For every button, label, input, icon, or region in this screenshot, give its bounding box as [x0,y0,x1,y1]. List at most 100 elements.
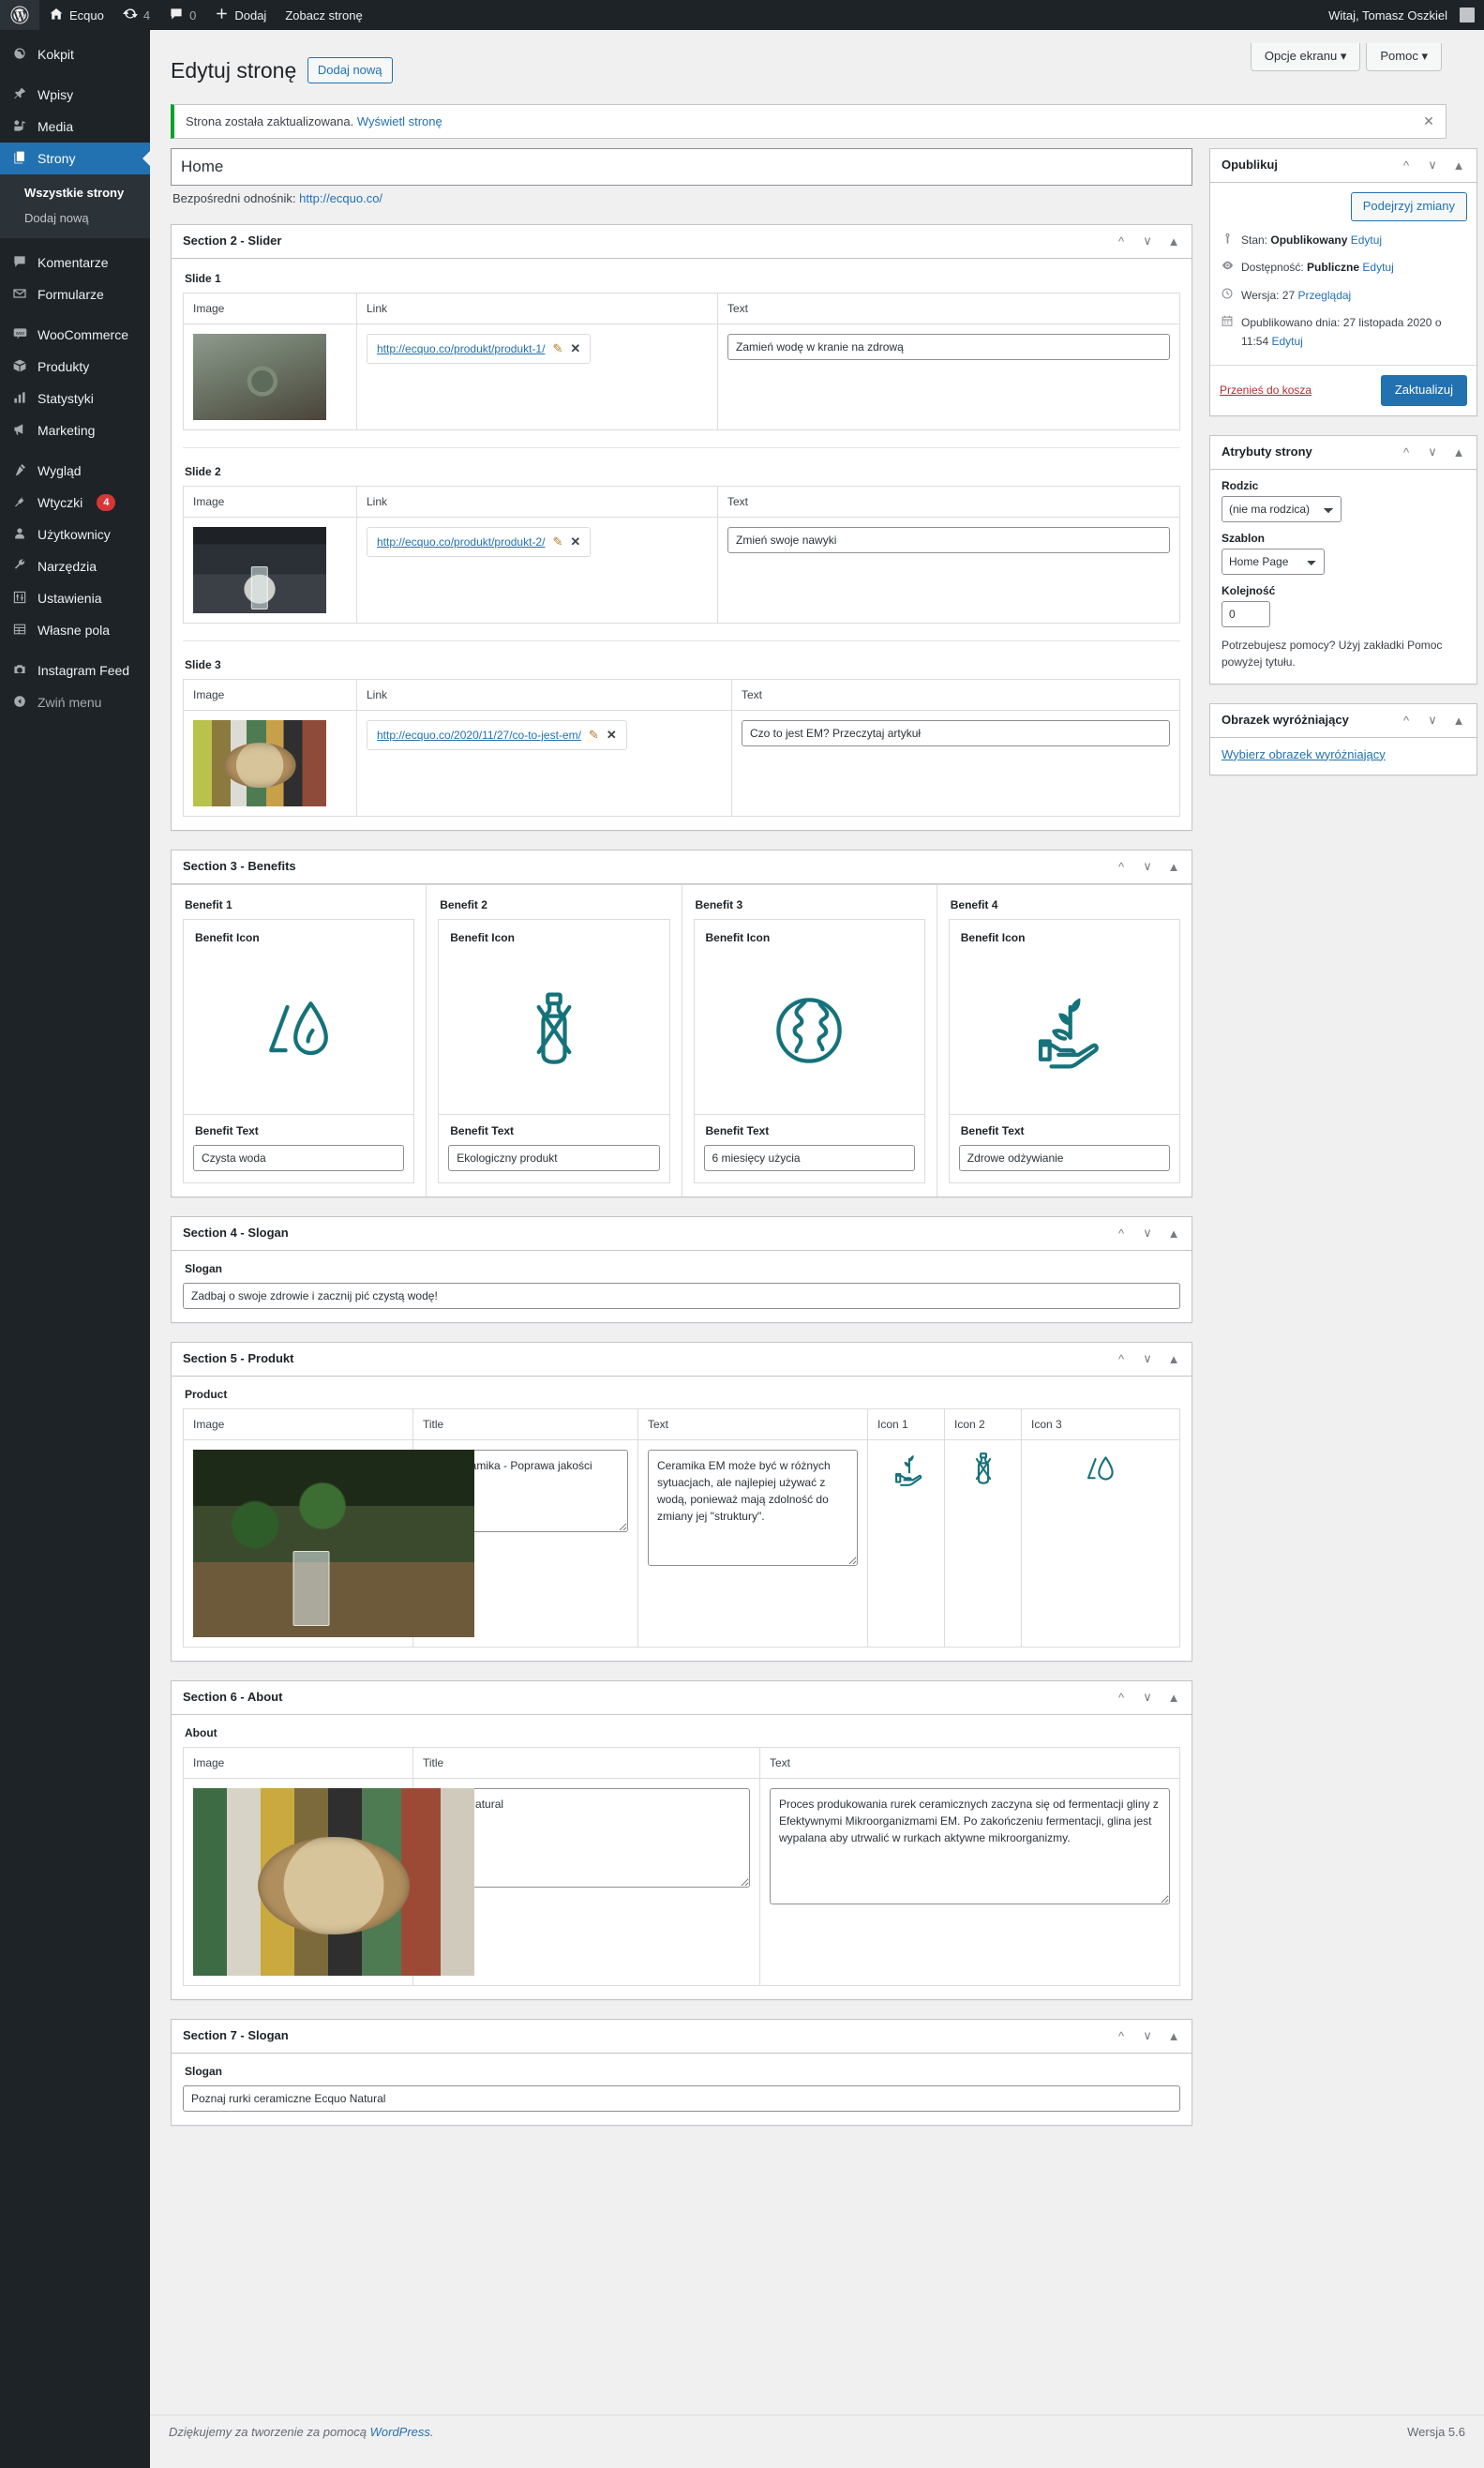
sidebar-subitem-wszystkie-strony[interactable]: Wszystkie strony [0,180,150,205]
toggle-panel-icon[interactable]: ▲ [1162,2022,1186,2050]
move-down-icon[interactable]: ∨ [1420,438,1445,466]
admin-bar-comments[interactable]: 0 [159,0,205,30]
sidebar-item-woocommerce[interactable]: woo WooCommerce [0,319,150,351]
slide-text-input[interactable] [727,526,1170,553]
set-featured-image-link[interactable]: Wybierz obrazek wyróżniający [1222,747,1386,761]
slide-link-url[interactable]: http://ecquo.co/2020/11/27/co-to-jest-em… [377,729,581,742]
move-down-icon[interactable]: ∨ [1135,227,1160,255]
sidebar-item-marketing[interactable]: Marketing [0,414,150,446]
admin-bar-my-account[interactable]: Witaj, Tomasz Oszkiel [1319,0,1484,30]
remove-icon[interactable]: ✕ [570,342,580,354]
slogan-input[interactable] [183,2084,1180,2112]
product-image-thumbnail[interactable] [193,1449,474,1637]
water-drops-icon[interactable] [193,954,404,1108]
order-input[interactable] [1222,600,1270,627]
move-up-icon[interactable]: ^ [1109,852,1133,880]
parent-select[interactable]: (nie ma rodzica) [1222,495,1342,522]
globe-icon[interactable] [704,954,915,1108]
benefit-text-input[interactable] [703,1144,915,1171]
sidebar-item-media[interactable]: Media [0,111,150,143]
sidebar-item-wlasne-pola[interactable]: Własne pola [0,614,150,646]
about-image-thumbnail[interactable] [193,1787,474,1976]
hand-plant-icon[interactable] [887,1454,926,1492]
slogan-input[interactable] [183,1282,1180,1309]
pencil-icon[interactable]: ✎ [552,535,562,548]
move-down-icon[interactable]: ∨ [1135,852,1160,880]
template-select[interactable]: Home Page [1222,548,1325,575]
sidebar-subitem-dodaj-nowa[interactable]: Dodaj nową [0,205,150,231]
slide-image-thumbnail[interactable] [193,333,326,420]
admin-bar-view-site[interactable]: Zobacz stronę [276,0,371,30]
admin-bar-new-content[interactable]: Dodaj [205,0,276,30]
close-icon[interactable]: ✕ [1419,112,1438,130]
water-drops-icon[interactable] [1081,1456,1120,1492]
sidebar-item-wyglad[interactable]: Wygląd [0,455,150,487]
sidebar-item-strony[interactable]: Strony [0,143,150,174]
toggle-panel-icon[interactable]: ▲ [1162,1683,1186,1711]
edit-published-link[interactable]: Edytuj [1271,335,1302,348]
slide-text-input[interactable] [742,719,1170,746]
move-up-icon[interactable]: ^ [1394,151,1418,179]
update-button[interactable]: Zaktualizuj [1380,374,1467,406]
screen-options-button[interactable]: Opcje ekranu ▾ [1250,43,1361,71]
pencil-icon[interactable]: ✎ [589,729,599,741]
move-down-icon[interactable]: ∨ [1420,706,1445,734]
edit-status-link[interactable]: Edytuj [1351,233,1382,247]
move-up-icon[interactable]: ^ [1394,706,1418,734]
move-down-icon[interactable]: ∨ [1135,2022,1160,2050]
move-up-icon[interactable]: ^ [1109,1345,1133,1373]
move-down-icon[interactable]: ∨ [1420,151,1445,179]
sidebar-item-komentarze[interactable]: Komentarze [0,247,150,278]
preview-changes-button[interactable]: Podejrzyj zmiany [1350,191,1467,221]
view-page-link[interactable]: Wyświetl stronę [357,114,442,128]
help-button[interactable]: Pomoc ▾ [1366,43,1442,71]
remove-icon[interactable]: ✕ [607,729,617,741]
slide-text-input[interactable] [727,333,1170,360]
benefit-text-input[interactable] [958,1144,1170,1171]
move-down-icon[interactable]: ∨ [1135,1219,1160,1247]
edit-visibility-link[interactable]: Edytuj [1362,261,1393,274]
toggle-panel-icon[interactable]: ▲ [1447,706,1471,734]
wordpress-logo-icon[interactable] [0,0,39,30]
about-text-textarea[interactable]: Proces produkowania rurek ceramicznych z… [770,1787,1170,1904]
no-plastic-bottle-icon[interactable] [964,1452,1003,1492]
sidebar-item-uzytkownicy[interactable]: Użytkownicy [0,519,150,550]
sidebar-item-instagram-feed[interactable]: Instagram Feed [0,655,150,686]
sidebar-item-narzedzia[interactable]: Narzędzia [0,550,150,582]
admin-bar-site-name[interactable]: Ecquo [39,0,113,30]
permalink-link[interactable]: http://ecquo.co/ [299,191,382,205]
benefit-text-input[interactable] [193,1144,405,1171]
sidebar-item-produkty[interactable]: Produkty [0,351,150,383]
pencil-icon[interactable]: ✎ [552,342,562,354]
slide-link-url[interactable]: http://ecquo.co/produkt/produkt-1/ [377,342,545,355]
move-up-icon[interactable]: ^ [1109,1683,1133,1711]
move-up-icon[interactable]: ^ [1109,1219,1133,1247]
move-up-icon[interactable]: ^ [1109,2022,1133,2050]
hand-plant-icon[interactable] [959,954,1170,1108]
product-text-textarea[interactable]: Ceramika EM może być w różnych sytuacjac… [648,1449,858,1566]
no-plastic-bottle-icon[interactable] [448,954,659,1108]
benefit-text-input[interactable] [448,1144,660,1171]
browse-revisions-link[interactable]: Przeglądaj [1298,289,1352,302]
sidebar-item-ustawienia[interactable]: Ustawienia [0,582,150,614]
sidebar-item-wpisy[interactable]: Wpisy [0,79,150,111]
page-title-input[interactable] [171,147,1192,186]
wordpress-link[interactable]: WordPress [370,2425,430,2439]
sidebar-item-kokpit[interactable]: Kokpit [0,38,150,70]
slide-link-url[interactable]: http://ecquo.co/produkt/produkt-2/ [377,535,545,549]
toggle-panel-icon[interactable]: ▲ [1162,227,1186,255]
move-up-icon[interactable]: ^ [1109,227,1133,255]
add-new-page-button[interactable]: Dodaj nową [307,57,393,83]
admin-bar-updates[interactable]: 4 [113,0,159,30]
toggle-panel-icon[interactable]: ▲ [1162,852,1186,880]
sidebar-item-collapse-menu[interactable]: Zwiń menu [0,686,150,718]
toggle-panel-icon[interactable]: ▲ [1447,151,1471,179]
slide-image-thumbnail[interactable] [193,719,326,806]
remove-icon[interactable]: ✕ [570,535,580,548]
move-to-trash-link[interactable]: Przenieś do kosza [1220,384,1312,397]
slide-image-thumbnail[interactable] [193,526,326,613]
move-up-icon[interactable]: ^ [1394,438,1418,466]
move-down-icon[interactable]: ∨ [1135,1345,1160,1373]
toggle-panel-icon[interactable]: ▲ [1162,1219,1186,1247]
move-down-icon[interactable]: ∨ [1135,1683,1160,1711]
